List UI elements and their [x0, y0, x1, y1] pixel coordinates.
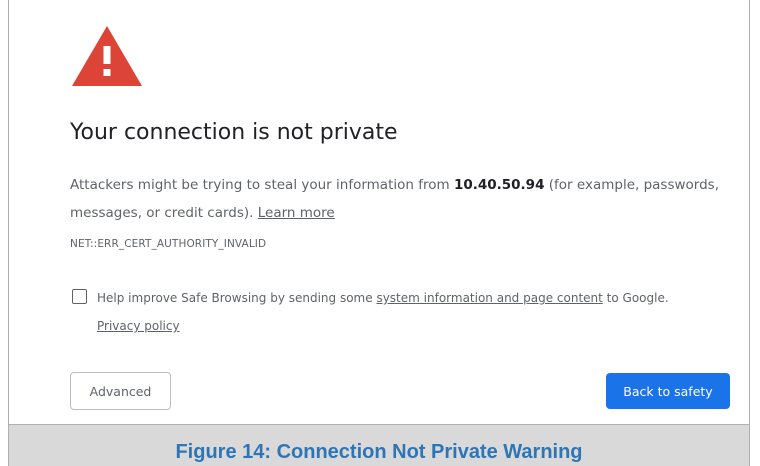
learn-more-link[interactable]: Learn more	[258, 205, 335, 221]
warning-message: Attackers might be trying to steal your …	[70, 171, 730, 227]
safe-browsing-text-tail: to Google.	[602, 291, 669, 305]
figure-caption: Figure 14: Connection Not Private Warnin…	[175, 441, 583, 463]
safe-browsing-label: Help improve Safe Browsing by sending so…	[97, 284, 747, 340]
message-text: Attackers might be trying to steal your …	[70, 177, 454, 193]
error-code: NET::ERR_CERT_AUTHORITY_INVALID	[70, 238, 267, 250]
privacy-policy-link[interactable]: Privacy policy	[97, 319, 180, 333]
interstitial-page: Your connection is not private Attackers…	[9, 0, 749, 424]
safe-browsing-text: Help improve Safe Browsing by sending so…	[97, 291, 377, 305]
figure-frame: Your connection is not private Attackers…	[8, 0, 750, 466]
host-address: 10.40.50.94	[453, 177, 545, 193]
advanced-button[interactable]: Advanced	[70, 372, 171, 410]
system-information-link[interactable]: system information and page content	[376, 291, 602, 305]
safe-browsing-checkbox[interactable]	[72, 289, 87, 304]
back-to-safety-button[interactable]: Back to safety	[606, 373, 730, 409]
page-title: Your connection is not private	[70, 120, 398, 145]
warning-triangle-icon	[72, 26, 142, 86]
